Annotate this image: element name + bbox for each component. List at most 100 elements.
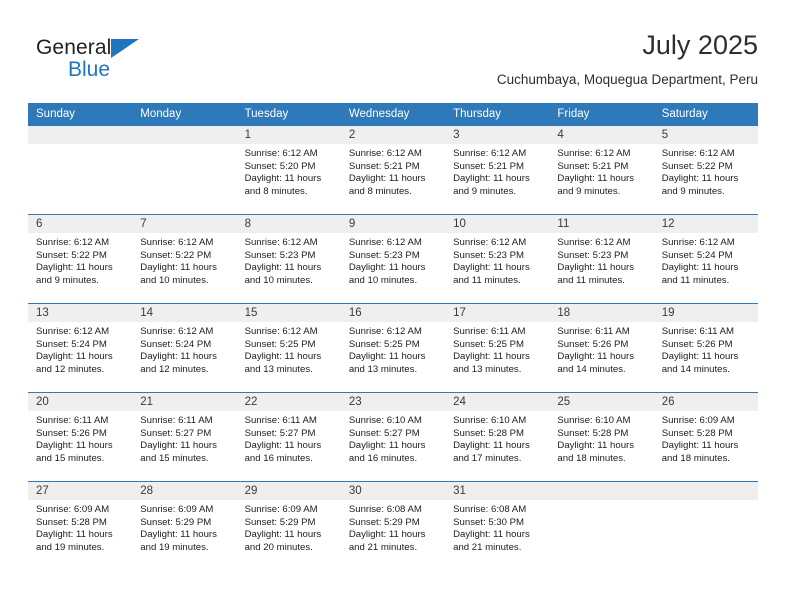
calendar-day-cell[interactable]: 6 Sunrise: 6:12 AM Sunset: 5:22 PM Daylight… (28, 214, 133, 304)
sunset-text: Sunset: 5:30 PM (453, 516, 525, 528)
sunset-text: Sunset: 5:22 PM (36, 249, 107, 261)
calendar-day-cell[interactable]: 20 Sunrise: 6:11 AM Sunset: 5:26 PM Dayligh… (28, 392, 133, 482)
day-number: 15 (236, 304, 341, 322)
day-box: 24 Sunrise: 6:10 AM Sunset: 5:28 PM Dayligh… (445, 393, 550, 481)
calendar-day-cell[interactable]: 7 Sunrise: 6:12 AM Sunset: 5:22 PM Daylight… (132, 214, 237, 304)
daylight-text-line1: Daylight: 11 hours (453, 351, 530, 363)
calendar-day-cell[interactable]: 25 Sunrise: 6:10 AM Sunset: 5:28 PM Dayligh… (549, 392, 654, 482)
daylight-text-line2: and 12 minutes. (36, 363, 105, 375)
daylight-text-line2: and 18 minutes. (661, 452, 730, 464)
sunrise-text: Sunrise: 6:12 AM (557, 148, 631, 159)
sunset-text: Sunset: 5:24 PM (140, 338, 212, 350)
sunrise-text: Sunrise: 6:10 AM (453, 415, 527, 426)
day-details: Sunrise: 6:12 AM Sunset: 5:25 PM Daylight:… (237, 322, 341, 376)
day-box: 2 Sunrise: 6:12 AM Sunset: 5:21 PM Daylight… (340, 126, 446, 214)
day-box: 13 Sunrise: 6:12 AM Sunset: 5:24 PM Dayligh… (28, 304, 133, 392)
day-details: Sunrise: 6:11 AM Sunset: 5:27 PM Daylight:… (237, 411, 341, 465)
day-details: Sunrise: 6:11 AM Sunset: 5:27 PM Daylight:… (132, 411, 236, 465)
calendar-day-cell[interactable]: 9 Sunrise: 6:12 AM Sunset: 5:23 PM Daylight… (340, 214, 446, 304)
day-box: 19 Sunrise: 6:11 AM Sunset: 5:26 PM Dayligh… (653, 304, 758, 392)
sunrise-text: Sunrise: 6:12 AM (348, 237, 422, 248)
sunrise-text: Sunrise: 6:12 AM (244, 326, 318, 337)
calendar-day-cell[interactable]: 17 Sunrise: 6:11 AM Sunset: 5:25 PM Dayligh… (445, 303, 550, 393)
calendar-day-cell[interactable]: 18 Sunrise: 6:11 AM Sunset: 5:26 PM Dayligh… (549, 303, 654, 393)
calendar-day-cell[interactable]: 14 Sunrise: 6:12 AM Sunset: 5:24 PM Dayligh… (132, 303, 237, 393)
calendar-day-cell[interactable]: 22 Sunrise: 6:11 AM Sunset: 5:27 PM Dayligh… (236, 392, 341, 482)
page-subtitle: Cuchumbaya, Moquegua Department, Peru (496, 72, 758, 87)
calendar-day-cell[interactable]: 19 Sunrise: 6:11 AM Sunset: 5:26 PM Dayligh… (653, 303, 758, 393)
calendar-day-cell[interactable]: 5 Sunrise: 6:12 AM Sunset: 5:22 PM Daylight… (653, 125, 758, 215)
sunrise-text: Sunrise: 6:12 AM (453, 148, 527, 159)
sunset-text: Sunset: 5:22 PM (661, 160, 733, 172)
sunrise-text: Sunrise: 6:09 AM (140, 504, 214, 515)
daylight-text-line1: Daylight: 11 hours (661, 440, 739, 452)
calendar-day-cell[interactable]: 24 Sunrise: 6:10 AM Sunset: 5:28 PM Dayligh… (445, 392, 550, 482)
sunset-text: Sunset: 5:29 PM (244, 516, 316, 528)
sunrise-text: Sunrise: 6:12 AM (348, 326, 422, 337)
day-details: Sunrise: 6:09 AM Sunset: 5:29 PM Daylight:… (132, 500, 236, 554)
calendar-day-cell[interactable]: 21 Sunrise: 6:11 AM Sunset: 5:27 PM Dayligh… (132, 392, 237, 482)
sunrise-text: Sunrise: 6:12 AM (140, 326, 214, 337)
logo-text-blue: Blue (68, 58, 111, 81)
sunset-text: Sunset: 5:24 PM (661, 249, 733, 261)
calendar-day-cell[interactable]: 15 Sunrise: 6:12 AM Sunset: 5:25 PM Dayligh… (236, 303, 341, 393)
calendar-day-cell[interactable]: 11 Sunrise: 6:12 AM Sunset: 5:23 PM Dayligh… (549, 214, 654, 304)
calendar-day-cell[interactable]: 23 Sunrise: 6:10 AM Sunset: 5:27 PM Dayligh… (340, 392, 446, 482)
sunrise-text: Sunrise: 6:10 AM (348, 415, 422, 426)
day-number (653, 482, 758, 500)
day-number: 24 (445, 393, 550, 411)
calendar-day-cell[interactable]: 1 Sunrise: 6:12 AM Sunset: 5:20 PM Daylight… (236, 125, 341, 215)
calendar-day-cell[interactable]: 27 Sunrise: 6:09 AM Sunset: 5:28 PM Dayligh… (28, 481, 133, 570)
day-number: 19 (653, 304, 758, 322)
day-number: 12 (653, 215, 758, 233)
calendar-week-row: 27 Sunrise: 6:09 AM Sunset: 5:28 PM Dayligh… (28, 481, 758, 570)
day-number: 8 (236, 215, 341, 233)
day-number (132, 126, 237, 144)
daylight-text-line1: Daylight: 11 hours (36, 440, 113, 452)
calendar-day-cell[interactable]: 10 Sunrise: 6:12 AM Sunset: 5:23 PM Dayligh… (445, 214, 550, 304)
calendar-day-cell[interactable]: 28 Sunrise: 6:09 AM Sunset: 5:29 PM Dayligh… (132, 481, 237, 570)
weekday-header-thursday: Thursday (445, 103, 550, 126)
sunrise-text: Sunrise: 6:09 AM (244, 504, 318, 515)
day-details: Sunrise: 6:12 AM Sunset: 5:22 PM Daylight:… (132, 233, 236, 287)
daylight-text-line1: Daylight: 11 hours (244, 173, 322, 185)
sunrise-text: Sunrise: 6:12 AM (244, 237, 318, 248)
calendar-day-cell[interactable]: 30 Sunrise: 6:08 AM Sunset: 5:29 PM Dayligh… (340, 481, 446, 570)
day-number: 10 (445, 215, 550, 233)
daylight-text-line2: and 9 minutes. (557, 185, 621, 197)
daylight-text-line1: Daylight: 11 hours (244, 529, 322, 541)
calendar-week-row: 20 Sunrise: 6:11 AM Sunset: 5:26 PM Dayligh… (28, 392, 758, 482)
sunrise-text: Sunrise: 6:11 AM (36, 415, 109, 426)
day-box: 27 Sunrise: 6:09 AM Sunset: 5:28 PM Dayligh… (28, 482, 133, 570)
calendar-day-cell[interactable]: 26 Sunrise: 6:09 AM Sunset: 5:28 PM Dayligh… (653, 392, 758, 482)
daylight-text-line2: and 16 minutes. (348, 452, 418, 464)
day-details: Sunrise: 6:09 AM Sunset: 5:28 PM Daylight:… (654, 411, 758, 465)
daylight-text-line1: Daylight: 11 hours (348, 173, 426, 185)
sunrise-text: Sunrise: 6:12 AM (661, 148, 735, 159)
day-number: 13 (28, 304, 133, 322)
day-box: 29 Sunrise: 6:09 AM Sunset: 5:29 PM Dayligh… (236, 482, 341, 570)
daylight-text-line1: Daylight: 11 hours (453, 529, 530, 541)
calendar-day-cell[interactable]: 4 Sunrise: 6:12 AM Sunset: 5:21 PM Daylight… (549, 125, 654, 215)
calendar-day-cell[interactable]: 16 Sunrise: 6:12 AM Sunset: 5:25 PM Dayligh… (340, 303, 446, 393)
daylight-text-line2: and 13 minutes. (453, 363, 522, 375)
daylight-text-line2: and 18 minutes. (557, 452, 626, 464)
daylight-text-line2: and 11 minutes. (557, 274, 625, 286)
calendar-week-row: 6 Sunrise: 6:12 AM Sunset: 5:22 PM Daylight… (28, 214, 758, 304)
calendar-day-cell[interactable]: 12 Sunrise: 6:12 AM Sunset: 5:24 PM Dayligh… (653, 214, 758, 304)
day-number: 26 (653, 393, 758, 411)
calendar-day-cell[interactable]: 29 Sunrise: 6:09 AM Sunset: 5:29 PM Dayligh… (236, 481, 341, 570)
calendar-day-cell[interactable]: 2 Sunrise: 6:12 AM Sunset: 5:21 PM Daylight… (340, 125, 446, 215)
day-details: Sunrise: 6:09 AM Sunset: 5:29 PM Daylight:… (237, 500, 341, 554)
calendar-day-cell[interactable]: 8 Sunrise: 6:12 AM Sunset: 5:23 PM Daylight… (236, 214, 341, 304)
sunset-text: Sunset: 5:23 PM (557, 249, 629, 261)
calendar-day-cell[interactable]: 3 Sunrise: 6:12 AM Sunset: 5:21 PM Daylight… (445, 125, 550, 215)
calendar-day-cell-empty (653, 481, 758, 570)
calendar-day-cell[interactable]: 13 Sunrise: 6:12 AM Sunset: 5:24 PM Dayligh… (28, 303, 133, 393)
sunrise-text: Sunrise: 6:11 AM (244, 415, 317, 426)
sunset-text: Sunset: 5:23 PM (244, 249, 316, 261)
calendar-day-cell[interactable]: 31 Sunrise: 6:08 AM Sunset: 5:30 PM Dayligh… (445, 481, 550, 570)
generalblue-logo[interactable]: General Blue (36, 36, 216, 88)
daylight-text-line1: Daylight: 11 hours (348, 262, 426, 274)
day-box: 16 Sunrise: 6:12 AM Sunset: 5:25 PM Dayligh… (340, 304, 446, 392)
